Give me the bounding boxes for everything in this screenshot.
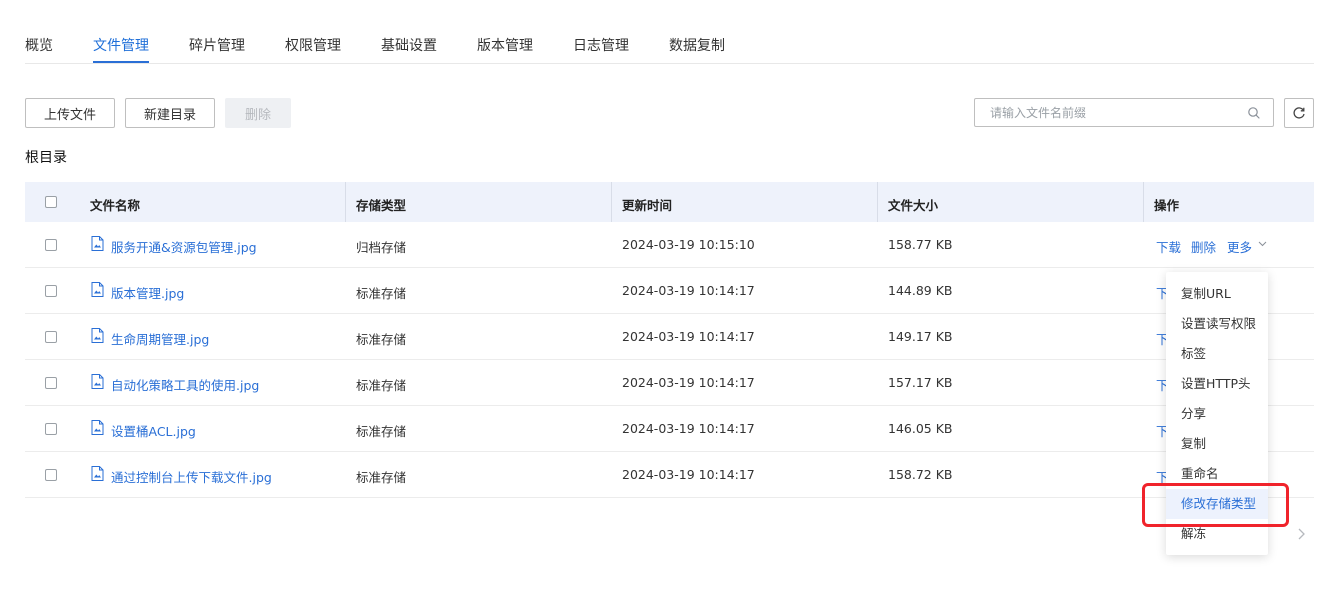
tab-basic-settings[interactable]: 基础设置 — [381, 35, 437, 55]
delete-button[interactable]: 删除 — [225, 98, 291, 128]
header-file-name: 文件名称 — [90, 198, 141, 213]
row-checkbox[interactable] — [45, 423, 57, 435]
file-size: 158.72 KB — [888, 467, 953, 482]
menu-item-share[interactable]: 分享 — [1166, 399, 1268, 429]
storage-type: 归档存储 — [356, 240, 407, 255]
delete-link[interactable]: 删除 — [1191, 237, 1216, 256]
file-size: 157.17 KB — [888, 375, 953, 390]
file-image-icon — [91, 420, 104, 435]
download-link[interactable]: 下载 — [1156, 237, 1181, 256]
header-updated-time: 更新时间 — [622, 198, 673, 213]
column-divider — [611, 182, 612, 222]
more-dropdown-menu: 复制URL 设置读写权限 标签 设置HTTP头 分享 复制 重命名 修改存储类型… — [1166, 272, 1268, 555]
table-row: 服务开通&资源包管理.jpg 归档存储 2024-03-19 10:15:10 … — [25, 222, 1314, 268]
file-image-icon — [91, 328, 104, 343]
column-divider — [877, 182, 878, 222]
file-table: 文件名称 存储类型 更新时间 文件大小 操作 服务开通&资源包管理.jpg 归档… — [25, 182, 1314, 498]
table-row: 版本管理.jpg 标准存储 2024-03-19 10:14:17 144.89… — [25, 268, 1314, 314]
search-icon[interactable] — [1247, 106, 1261, 120]
refresh-icon — [1293, 107, 1305, 119]
file-name-link[interactable]: 版本管理.jpg — [111, 283, 184, 302]
tab-data-replication[interactable]: 数据复制 — [669, 35, 725, 55]
row-checkbox[interactable] — [45, 469, 57, 481]
select-all-checkbox[interactable] — [45, 196, 57, 208]
refresh-button[interactable] — [1284, 98, 1314, 128]
row-checkbox[interactable] — [45, 331, 57, 343]
tab-version-management[interactable]: 版本管理 — [477, 35, 533, 55]
table-row: 自动化策略工具的使用.jpg 标准存储 2024-03-19 10:14:17 … — [25, 360, 1314, 406]
column-divider — [345, 182, 346, 222]
row-checkbox[interactable] — [45, 239, 57, 251]
file-image-icon — [91, 374, 104, 389]
table-row: 生命周期管理.jpg 标准存储 2024-03-19 10:14:17 149.… — [25, 314, 1314, 360]
menu-item-tags[interactable]: 标签 — [1166, 339, 1268, 369]
menu-item-set-http-headers[interactable]: 设置HTTP头 — [1166, 369, 1268, 399]
storage-type: 标准存储 — [356, 424, 407, 439]
file-size: 158.77 KB — [888, 237, 953, 252]
file-image-icon — [91, 466, 104, 481]
row-checkbox[interactable] — [45, 285, 57, 297]
more-label: 更多 — [1227, 240, 1253, 255]
tab-log-management[interactable]: 日志管理 — [573, 35, 629, 55]
tab-file-management[interactable]: 文件管理 — [93, 35, 149, 55]
updated-time: 2024-03-19 10:14:17 — [622, 421, 755, 436]
storage-type: 标准存储 — [356, 332, 407, 347]
storage-type: 标准存储 — [356, 378, 407, 393]
tab-fragment-management[interactable]: 碎片管理 — [189, 35, 245, 55]
new-directory-button[interactable]: 新建目录 — [125, 98, 215, 128]
column-divider — [1143, 182, 1144, 222]
file-size: 146.05 KB — [888, 421, 953, 436]
search-box — [974, 98, 1274, 127]
file-image-icon — [91, 236, 104, 251]
file-name-link[interactable]: 通过控制台上传下载文件.jpg — [111, 467, 272, 486]
tab-overview[interactable]: 概览 — [25, 35, 53, 55]
header-operations: 操作 — [1154, 198, 1180, 213]
upload-file-button[interactable]: 上传文件 — [25, 98, 115, 128]
file-name-link[interactable]: 自动化策略工具的使用.jpg — [111, 375, 259, 394]
updated-time: 2024-03-19 10:14:17 — [622, 375, 755, 390]
file-image-icon — [91, 282, 104, 297]
storage-type: 标准存储 — [356, 286, 407, 301]
table-header: 文件名称 存储类型 更新时间 文件大小 操作 — [25, 182, 1314, 222]
table-row: 设置桶ACL.jpg 标准存储 2024-03-19 10:14:17 146.… — [25, 406, 1314, 452]
tab-bar: 概览 文件管理 碎片管理 权限管理 基础设置 版本管理 日志管理 数据复制 — [25, 0, 1314, 64]
updated-time: 2024-03-19 10:14:17 — [622, 467, 755, 482]
file-name-link[interactable]: 生命周期管理.jpg — [111, 329, 209, 348]
file-name-link[interactable]: 服务开通&资源包管理.jpg — [111, 237, 257, 256]
menu-item-copy-url[interactable]: 复制URL — [1166, 279, 1268, 309]
menu-item-set-permissions[interactable]: 设置读写权限 — [1166, 309, 1268, 339]
file-name-link[interactable]: 设置桶ACL.jpg — [111, 421, 196, 440]
active-tab-indicator — [93, 61, 149, 63]
chevron-down-icon — [1258, 241, 1267, 247]
table-row: 通过控制台上传下载文件.jpg 标准存储 2024-03-19 10:14:17… — [25, 452, 1314, 498]
breadcrumb: 根目录 — [25, 150, 67, 166]
updated-time: 2024-03-19 10:14:17 — [622, 329, 755, 344]
header-file-size: 文件大小 — [888, 198, 939, 213]
tab-permission-management[interactable]: 权限管理 — [285, 35, 341, 55]
menu-item-rename[interactable]: 重命名 — [1166, 459, 1268, 489]
file-size: 144.89 KB — [888, 283, 953, 298]
file-size: 149.17 KB — [888, 329, 953, 344]
updated-time: 2024-03-19 10:15:10 — [622, 237, 755, 252]
header-storage-type: 存储类型 — [356, 198, 407, 213]
chevron-right-icon[interactable] — [1297, 528, 1305, 540]
row-checkbox[interactable] — [45, 377, 57, 389]
search-input[interactable] — [990, 99, 1240, 126]
menu-item-copy[interactable]: 复制 — [1166, 429, 1268, 459]
storage-type: 标准存储 — [356, 470, 407, 485]
more-dropdown-trigger[interactable]: 更多 — [1227, 237, 1267, 256]
updated-time: 2024-03-19 10:14:17 — [622, 283, 755, 298]
menu-item-unfreeze[interactable]: 解冻 — [1166, 519, 1268, 549]
menu-item-change-storage-type[interactable]: 修改存储类型 — [1166, 489, 1268, 519]
